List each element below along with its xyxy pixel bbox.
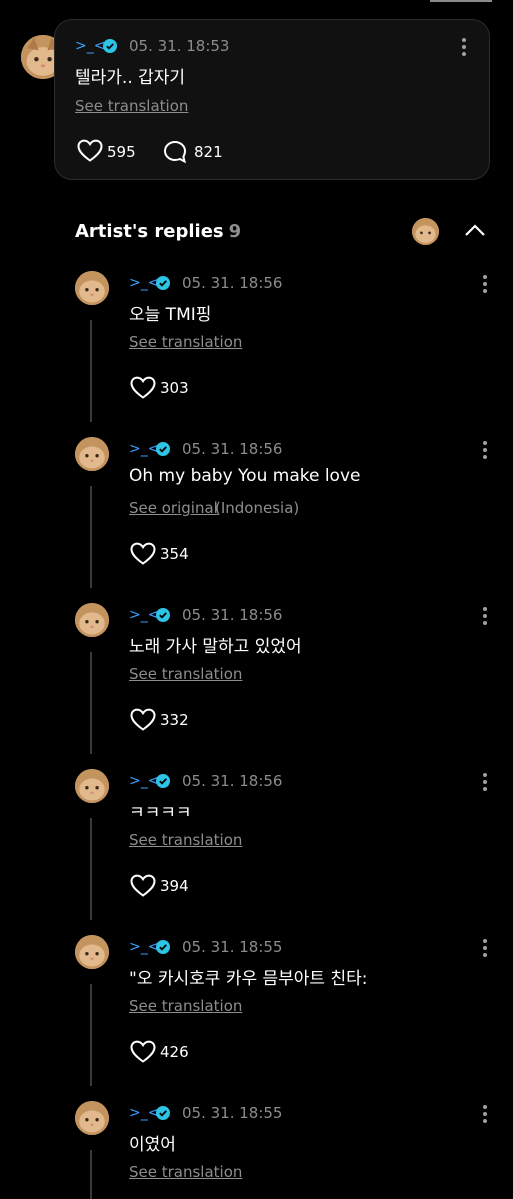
heart-icon[interactable] [130, 542, 156, 566]
reply-timestamp: 05. 31. 18:56 [182, 274, 283, 292]
heart-icon[interactable] [130, 376, 156, 400]
heart-icon[interactable] [130, 874, 156, 898]
reply-username[interactable]: >_< [129, 275, 159, 291]
see-translation-link[interactable]: See translation [129, 1163, 242, 1181]
more-options-icon[interactable] [482, 275, 488, 293]
post-card: >_< 05. 31. 18:53 텔라가.. 갑자기 See translat… [54, 19, 490, 180]
reply-timestamp: 05. 31. 18:55 [182, 938, 283, 956]
artist-replies-title: Artist's replies 9 [75, 221, 241, 242]
see-original-link[interactable]: See original [129, 499, 218, 517]
reply-text: ㅋㅋㅋㅋ [129, 803, 192, 823]
verified-icon [156, 442, 170, 456]
more-options-icon[interactable] [482, 773, 488, 791]
post-comment-count: 821 [194, 143, 223, 161]
reply-avatar[interactable] [75, 437, 109, 471]
reply-avatar[interactable] [75, 769, 109, 803]
see-translation-link[interactable]: See translation [129, 333, 242, 351]
verified-icon [156, 1106, 170, 1120]
more-options-icon[interactable] [482, 939, 488, 957]
artist-avatar-small[interactable] [412, 218, 439, 245]
verified-icon [156, 608, 170, 622]
reply-username[interactable]: >_< [129, 441, 159, 457]
more-options-icon[interactable] [482, 1105, 488, 1123]
verified-icon [156, 276, 170, 290]
thread-line [90, 1150, 92, 1199]
reply-timestamp: 05. 31. 18:56 [182, 606, 283, 624]
artist-replies-label: Artist's replies [75, 221, 224, 242]
see-translation-link[interactable]: See translation [129, 665, 242, 683]
reply-username[interactable]: >_< [129, 607, 159, 623]
thread-line [90, 984, 92, 1086]
see-translation-link[interactable]: See translation [129, 831, 242, 849]
thread-line [90, 320, 92, 422]
reply-text: "오 카시호쿠 카우 믐부아트 친타: [129, 969, 368, 989]
artist-replies-count: 9 [228, 221, 242, 242]
more-options-icon[interactable] [461, 38, 467, 56]
reply-avatar[interactable] [75, 935, 109, 969]
verified-icon [156, 940, 170, 954]
reply-text: 이였어 [129, 1135, 176, 1155]
reply-username[interactable]: >_< [129, 773, 159, 789]
verified-icon [156, 774, 170, 788]
thread-line [90, 818, 92, 920]
more-options-icon[interactable] [482, 607, 488, 625]
thread-line [90, 652, 92, 754]
verified-icon [103, 39, 117, 53]
reply-like-count: 303 [160, 379, 189, 397]
reply-like-count: 426 [160, 1043, 189, 1061]
heart-icon[interactable] [130, 1040, 156, 1064]
more-options-icon[interactable] [482, 441, 488, 459]
reply-avatar[interactable] [75, 1101, 109, 1135]
post-text: 텔라가.. 갑자기 [75, 68, 186, 88]
reply-timestamp: 05. 31. 18:56 [182, 440, 283, 458]
reply-username[interactable]: >_< [129, 1105, 159, 1121]
reply-timestamp: 05. 31. 18:56 [182, 772, 283, 790]
reply-like-count: 332 [160, 711, 189, 729]
see-translation-link[interactable]: See translation [129, 997, 242, 1015]
reply-like-count: 354 [160, 545, 189, 563]
collapse-chevron-icon[interactable] [464, 223, 486, 237]
heart-icon[interactable] [77, 139, 103, 163]
reply-avatar[interactable] [75, 603, 109, 637]
reply-text: Oh my baby You make love [129, 466, 361, 486]
top-scroll-indicator [430, 0, 492, 2]
see-translation-link[interactable]: See translation [75, 97, 188, 115]
reply-timestamp: 05. 31. 18:55 [182, 1104, 283, 1122]
reply-like-count: 394 [160, 877, 189, 895]
post-like-count: 595 [107, 143, 136, 161]
post-timestamp: 05. 31. 18:53 [129, 37, 230, 55]
reply-text: 노래 가사 말하고 있었어 [129, 637, 302, 657]
heart-icon[interactable] [130, 708, 156, 732]
reply-text: 오늘 TMI핑 [129, 305, 212, 325]
reply-username[interactable]: >_< [129, 939, 159, 955]
post-username[interactable]: >_< [75, 38, 105, 54]
original-language-label: (Indonesia) [215, 499, 300, 517]
reply-avatar[interactable] [75, 271, 109, 305]
thread-line [90, 486, 92, 588]
comment-icon[interactable] [163, 140, 187, 164]
